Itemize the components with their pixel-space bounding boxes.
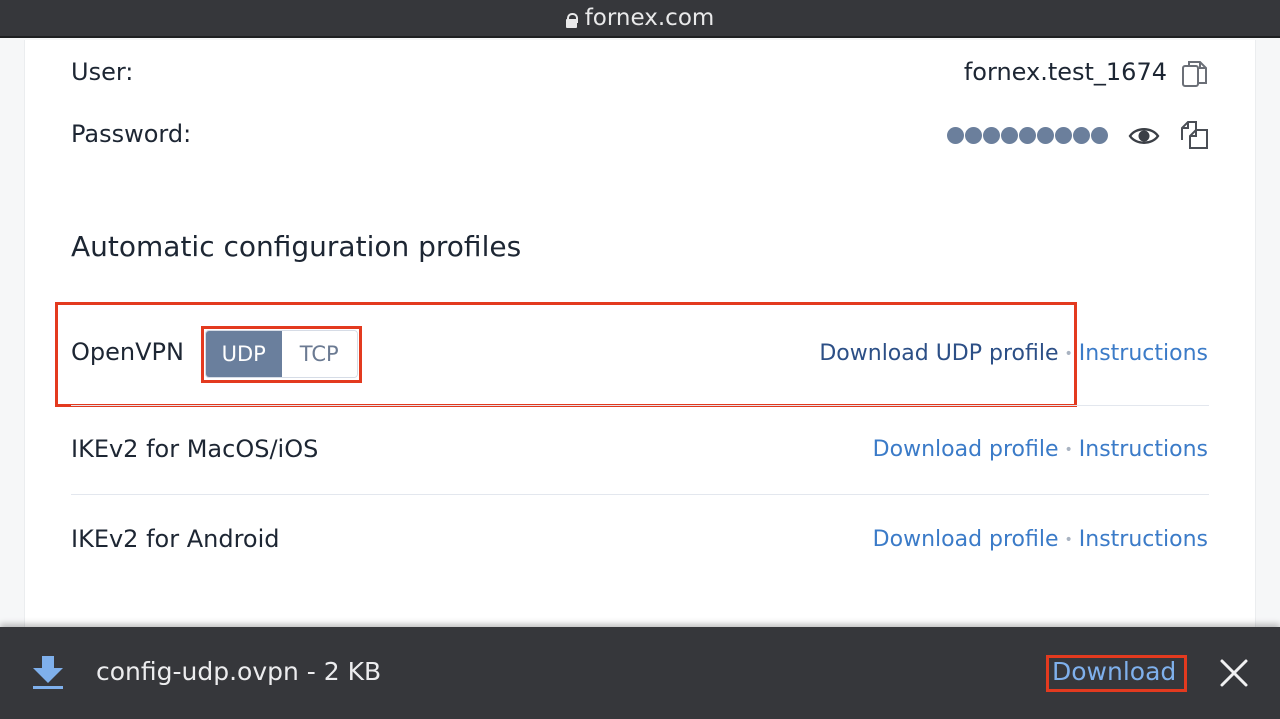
password-label: Password:	[71, 120, 192, 148]
download-udp-profile-link[interactable]: Download UDP profile	[819, 341, 1058, 366]
lock-icon	[565, 13, 578, 28]
password-dot	[1037, 127, 1054, 144]
download-ikev2-android-profile-link[interactable]: Download profile	[873, 527, 1059, 552]
openvpn-links: Download UDP profile • Instructions	[819, 341, 1208, 366]
eye-icon[interactable]	[1128, 125, 1160, 151]
row-divider	[71, 405, 1209, 406]
password-dot	[1091, 127, 1108, 144]
password-dot	[983, 127, 1000, 144]
close-icon[interactable]	[1218, 657, 1250, 689]
download-bar: config-udp.ovpn - 2 KB Download	[0, 627, 1280, 719]
url-text: fornex.com	[584, 5, 715, 31]
section-heading: Automatic configuration profiles	[71, 230, 522, 263]
row-divider	[71, 494, 1209, 495]
password-dot	[1019, 127, 1036, 144]
ikev2-android-instructions-link[interactable]: Instructions	[1079, 527, 1208, 552]
password-dot	[947, 127, 964, 144]
copy-icon[interactable]	[1181, 59, 1209, 93]
link-separator: •	[1064, 345, 1073, 362]
link-separator: •	[1064, 441, 1073, 458]
ikev2-macos-links: Download profile • Instructions	[873, 437, 1208, 462]
password-dot	[1055, 127, 1072, 144]
profile-name-ikev2-android: IKEv2 for Android	[71, 525, 280, 553]
link-separator: •	[1064, 531, 1073, 548]
download-icon	[31, 654, 65, 696]
ikev2-android-links: Download profile • Instructions	[873, 527, 1208, 552]
profile-name-openvpn: OpenVPN	[71, 338, 184, 366]
copy-icon[interactable]	[1180, 120, 1210, 156]
highlight-box-download-button	[1046, 655, 1187, 692]
password-dot	[1001, 127, 1018, 144]
highlight-box-protocol-toggle	[201, 326, 362, 383]
download-file-info: config-udp.ovpn - 2 KB	[96, 657, 382, 686]
password-dot	[1073, 127, 1090, 144]
user-value: fornex.test_1674	[963, 58, 1167, 86]
openvpn-instructions-link[interactable]: Instructions	[1079, 341, 1208, 366]
browser-url-bar[interactable]: fornex.com	[0, 0, 1280, 38]
profile-name-ikev2-macos: IKEv2 for MacOS/iOS	[71, 435, 319, 463]
password-dot	[965, 127, 982, 144]
user-label: User:	[71, 58, 134, 86]
download-ikev2-macos-profile-link[interactable]: Download profile	[873, 437, 1059, 462]
password-masked-value	[947, 127, 1108, 144]
ikev2-macos-instructions-link[interactable]: Instructions	[1079, 437, 1208, 462]
